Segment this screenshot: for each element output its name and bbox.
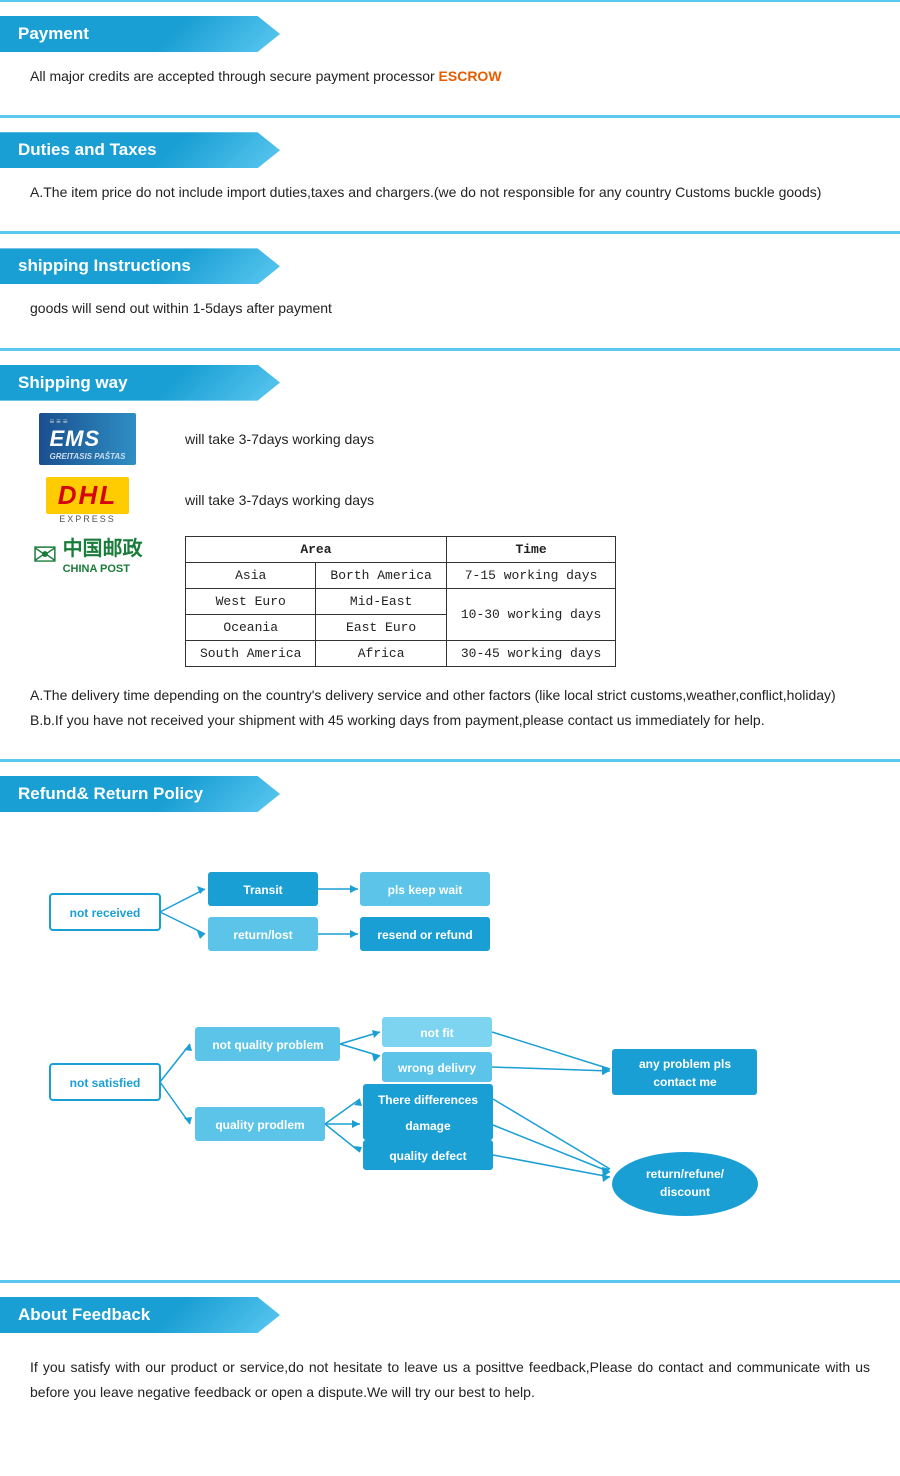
svg-text:quality prodlem: quality prodlem <box>215 1118 304 1132</box>
svg-text:any problem pls: any problem pls <box>639 1057 731 1071</box>
feedback-content: If you satisfy with our product or servi… <box>0 1345 900 1421</box>
svg-text:not satisfied: not satisfied <box>70 1076 141 1090</box>
table-area-header: Area <box>186 536 447 562</box>
chinapost-logo: ✉ 中国邮政 CHINA POST <box>10 536 165 576</box>
duties-section: Duties and Taxes A.The item price do not… <box>0 116 900 231</box>
svg-text:quality defect: quality defect <box>389 1149 466 1163</box>
refund-header: Refund& Return Policy <box>0 776 280 812</box>
shipping-notes: A.The delivery time depending on the cou… <box>0 683 900 743</box>
table-cell: Borth America <box>316 562 446 588</box>
table-time-header: Time <box>446 536 615 562</box>
payment-content: All major credits are accepted through s… <box>0 64 900 99</box>
dhl-row: DHL EXPRESS will take 3-7days working da… <box>0 477 900 524</box>
shipping-instructions-text: goods will send out within 1-5days after… <box>30 296 870 321</box>
table-cell: South America <box>186 640 316 666</box>
table-cell: West Euro <box>186 588 316 614</box>
ems-row: ≡≡≡ EMS GREITASIS PAŠTAS will take 3-7da… <box>0 413 900 465</box>
svg-text:pls keep wait: pls keep wait <box>388 883 463 897</box>
shipping-instructions-content: goods will send out within 1-5days after… <box>0 296 900 331</box>
feedback-text: If you satisfy with our product or servi… <box>30 1355 870 1405</box>
shipping-instructions-section: shipping Instructions goods will send ou… <box>0 232 900 347</box>
svg-text:contact me: contact me <box>653 1075 717 1089</box>
svg-text:resend or refund: resend or refund <box>377 928 472 942</box>
svg-text:return/refune/: return/refune/ <box>646 1167 725 1181</box>
svg-text:Transit: Transit <box>243 883 282 897</box>
payment-header: Payment <box>0 16 280 52</box>
payment-text: All major credits are accepted through s… <box>30 68 435 84</box>
chinapost-icon: ✉ <box>32 538 57 573</box>
chinapost-table: Area Time Asia Borth America 7-15 workin… <box>185 536 616 667</box>
payment-section: Payment All major credits are accepted t… <box>0 0 900 115</box>
table-cell: 7-15 working days <box>446 562 615 588</box>
table-cell: Mid-East <box>316 588 446 614</box>
duties-header: Duties and Taxes <box>0 132 280 168</box>
table-cell: East Euro <box>316 614 446 640</box>
chinapost-cn: 中国邮政 <box>63 536 143 562</box>
table-row: South America Africa 30-45 working days <box>186 640 616 666</box>
shipping-note-a: A.The delivery time depending on the cou… <box>30 683 870 708</box>
table-row: Asia Borth America 7-15 working days <box>186 562 616 588</box>
dhl-express-text: EXPRESS <box>59 514 116 524</box>
svg-text:wrong delivry: wrong delivry <box>397 1061 476 1075</box>
svg-text:not fit: not fit <box>420 1026 453 1040</box>
dhl-logo-text: DHL <box>46 477 129 514</box>
chinapost-logo-inner: ✉ 中国邮政 CHINA POST <box>32 536 142 576</box>
duties-text: A.The item price do not include import d… <box>30 180 870 205</box>
table-cell: 10-30 working days <box>446 588 615 640</box>
ems-text: will take 3-7days working days <box>185 431 374 447</box>
shipping-note-b: B.b.If you have not received your shipme… <box>30 708 870 733</box>
table-cell: 30-45 working days <box>446 640 615 666</box>
ems-logo: ≡≡≡ EMS GREITASIS PAŠTAS <box>10 413 165 465</box>
feedback-header: About Feedback <box>0 1297 280 1333</box>
shipping-way-header: Shipping way <box>0 365 280 401</box>
svg-text:not quality problem: not quality problem <box>212 1038 323 1052</box>
chinapost-text: 中国邮政 CHINA POST <box>63 536 143 576</box>
chinapost-row: ✉ 中国邮政 CHINA POST Area Time Asia Borth A… <box>0 536 900 667</box>
table-cell: Oceania <box>186 614 316 640</box>
table-cell: Asia <box>186 562 316 588</box>
svg-text:not received: not received <box>70 906 141 920</box>
escrow-highlight: ESCROW <box>439 68 502 84</box>
table-cell: Africa <box>316 640 446 666</box>
refund-section: Refund& Return Policy not received Trans… <box>0 760 900 1280</box>
shipping-way-section: Shipping way ≡≡≡ EMS GREITASIS PAŠTAS wi… <box>0 349 900 759</box>
feedback-section: About Feedback If you satisfy with our p… <box>0 1281 900 1437</box>
table-row: West Euro Mid-East 10-30 working days <box>186 588 616 614</box>
ems-logo-text: ≡≡≡ EMS GREITASIS PAŠTAS <box>39 413 135 465</box>
shipping-instructions-header: shipping Instructions <box>0 248 280 284</box>
chinapost-en: CHINA POST <box>63 562 143 576</box>
svg-text:discount: discount <box>660 1185 710 1199</box>
flow-diagram-svg: not received Transit pls keep wait retur… <box>40 834 880 1254</box>
duties-content: A.The item price do not include import d… <box>0 180 900 215</box>
svg-text:There differences: There differences <box>378 1093 478 1107</box>
svg-text:return/lost: return/lost <box>233 928 292 942</box>
dhl-logo: DHL EXPRESS <box>10 477 165 524</box>
dhl-text: will take 3-7days working days <box>185 492 374 508</box>
refund-diagram: not received Transit pls keep wait retur… <box>0 824 900 1264</box>
svg-text:damage: damage <box>405 1119 451 1133</box>
